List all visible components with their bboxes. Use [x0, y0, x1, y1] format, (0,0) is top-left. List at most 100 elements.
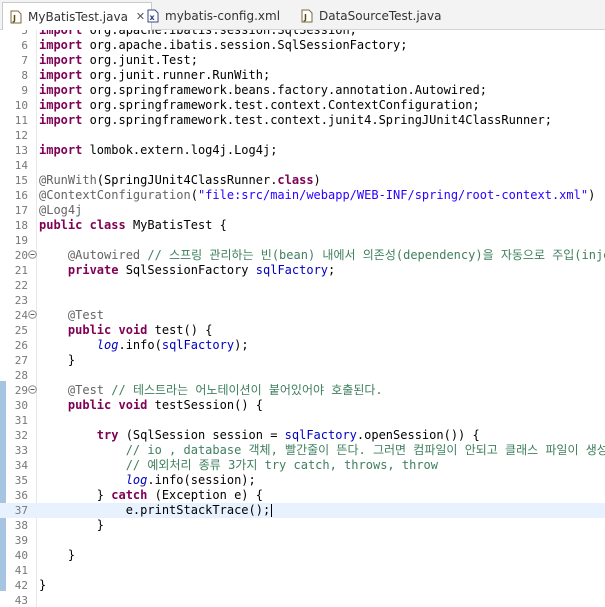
line-number: 36	[14, 489, 28, 502]
line-number: 27	[14, 354, 28, 367]
code-text: @ContextConfiguration("file:src/main/web…	[39, 188, 596, 202]
code-line[interactable]: 19	[0, 233, 605, 248]
svg-text:J: J	[303, 13, 307, 22]
svg-text:J: J	[12, 14, 16, 23]
code-line[interactable]: 32 try (SqlSession session = sqlFactory.…	[0, 428, 605, 443]
code-line[interactable]: 30 public void testSession() {	[0, 398, 605, 413]
code-text: }	[39, 578, 47, 592]
code-line[interactable]: 15 @RunWith(SpringJUnit4ClassRunner.class…	[0, 173, 605, 188]
line-number: 26	[14, 339, 28, 352]
code-line[interactable]: 21 private SqlSessionFactory sqlFactory;	[0, 263, 605, 278]
line-number: 7	[21, 54, 28, 67]
fold-collapse-icon[interactable]	[28, 250, 37, 259]
code-line[interactable]: 27 }	[0, 353, 605, 368]
line-number: 16	[14, 189, 28, 202]
code-text: @Log4j	[39, 203, 83, 217]
code-text: try (SqlSession session = sqlFactory.ope…	[96, 428, 480, 442]
code-line[interactable]: 23	[0, 293, 605, 308]
java-file-icon: J	[9, 10, 23, 24]
line-number: 43	[14, 594, 28, 607]
code-line[interactable]: 41	[0, 563, 605, 578]
code-text: log.info(sqlFactory);	[96, 338, 249, 352]
code-text: import lombok.extern.log4j.Log4j;	[39, 143, 278, 157]
code-text: e.printStackTrace();	[39, 503, 273, 517]
tab-label: DataSourceTest.java	[319, 9, 442, 23]
code-line[interactable]: 8 import org.junit.runner.RunWith;	[0, 68, 605, 83]
editor-tab-2[interactable]: x mybatis-config.xml	[140, 2, 286, 30]
code-line[interactable]: 29 @Test // 테스트라는 어노테이션이 붙어있어야 호출된다.	[0, 383, 605, 398]
code-text: import org.junit.runner.RunWith;	[39, 68, 271, 82]
code-line[interactable]: 24 @Test	[0, 308, 605, 323]
code-line[interactable]: 13 import lombok.extern.log4j.Log4j;	[0, 143, 605, 158]
code-line[interactable]: 17 @Log4j	[0, 203, 605, 218]
code-line[interactable]: 5 import org.apache.ibatis.session.SqlSes…	[0, 30, 605, 38]
code-line[interactable]: 6 import org.apache.ibatis.session.SqlSes…	[0, 38, 605, 53]
line-number: 18	[14, 219, 28, 232]
xml-file-icon: x	[146, 9, 160, 23]
line-number: 34	[14, 459, 28, 472]
line-number: 42	[14, 579, 28, 592]
code-text: @RunWith(SpringJUnit4ClassRunner.class)	[39, 173, 321, 187]
code-line[interactable]: 40 }	[0, 548, 605, 563]
line-number: 10	[14, 99, 28, 112]
code-line[interactable]: 38 }	[0, 518, 605, 533]
svg-text:x: x	[150, 13, 156, 22]
fold-collapse-icon[interactable]	[28, 385, 37, 394]
code-line[interactable]: 12	[0, 128, 605, 143]
line-number: 5	[21, 30, 28, 37]
code-line[interactable]: 16 @ContextConfiguration("file:src/main/w…	[0, 188, 605, 203]
code-text: import org.springframework.beans.factory…	[39, 83, 487, 97]
code-line[interactable]: 35 log.info(session);	[0, 473, 605, 488]
code-text: public void test() {	[67, 323, 213, 337]
code-text: import org.apache.ibatis.session.SqlSess…	[39, 38, 408, 52]
line-number: 25	[14, 324, 28, 337]
code-line[interactable]: 34 // 예외처리 종류 3가지 try catch, throws, thr…	[0, 458, 605, 473]
code-text: }	[39, 548, 76, 562]
code-line[interactable]: 7 import org.junit.Test;	[0, 53, 605, 68]
code-line[interactable]: 20 @Autowired // 스프링 관리하는 빈(bean) 내에서 의존…	[0, 248, 605, 263]
code-line[interactable]: 14	[0, 158, 605, 173]
code-text: import org.springframework.test.context.…	[39, 113, 552, 127]
line-number: 14	[14, 159, 28, 172]
code-text: } catch (Exception e) {	[39, 488, 263, 502]
code-line[interactable]: 37 e.printStackTrace();	[0, 503, 605, 518]
code-text: public void testSession() {	[67, 398, 263, 412]
editor-tab-1[interactable]: J MyBatisTest.java ✕	[2, 2, 153, 31]
code-line[interactable]: 26 log.info(sqlFactory);	[0, 338, 605, 353]
code-text: log.info(session);	[125, 473, 256, 487]
code-line[interactable]: 11 import org.springframework.test.contex…	[0, 113, 605, 128]
code-line[interactable]: 10 import org.springframework.test.contex…	[0, 98, 605, 113]
code-line[interactable]: 39	[0, 533, 605, 548]
editor-tab-3[interactable]: J DataSourceTest.java	[294, 2, 447, 30]
fold-collapse-icon[interactable]	[28, 310, 37, 319]
code-line[interactable]: 22	[0, 278, 605, 293]
code-text: public class MyBatisTest {	[39, 218, 227, 232]
code-line[interactable]: 18 public class MyBatisTest {	[0, 218, 605, 233]
code-text: private SqlSessionFactory sqlFactory;	[67, 263, 336, 277]
line-number: 13	[14, 144, 28, 157]
code-text: import org.junit.Test;	[39, 53, 198, 67]
line-number: 24	[14, 309, 28, 322]
code-line[interactable]: 28	[0, 368, 605, 383]
line-number: 35	[14, 474, 28, 487]
line-number: 9	[21, 84, 28, 97]
line-number: 31	[14, 414, 28, 427]
line-number: 30	[14, 399, 28, 412]
line-number: 28	[14, 369, 28, 382]
tab-label: mybatis-config.xml	[165, 9, 281, 23]
code-editor[interactable]: 5 import org.apache.ibatis.session.SqlSes…	[0, 30, 605, 607]
line-number: 20	[14, 249, 28, 262]
line-number: 23	[14, 294, 28, 307]
code-line[interactable]: 43	[0, 593, 605, 607]
code-text: import org.springframework.test.context.…	[39, 98, 480, 112]
code-line[interactable]: 25 public void test() {	[0, 323, 605, 338]
code-line[interactable]: 9 import org.springframework.beans.factor…	[0, 83, 605, 98]
line-number: 15	[14, 174, 28, 187]
line-number: 19	[14, 234, 28, 247]
code-line[interactable]: 36 } catch (Exception e) {	[0, 488, 605, 503]
code-line[interactable]: 31	[0, 413, 605, 428]
line-number: 21	[14, 264, 28, 277]
line-number: 37	[14, 504, 28, 517]
code-line[interactable]: 42}	[0, 578, 605, 593]
code-line[interactable]: 33 // io , database 객체, 빨간줄이 뜬다. 그러면 컴파일…	[0, 443, 605, 458]
